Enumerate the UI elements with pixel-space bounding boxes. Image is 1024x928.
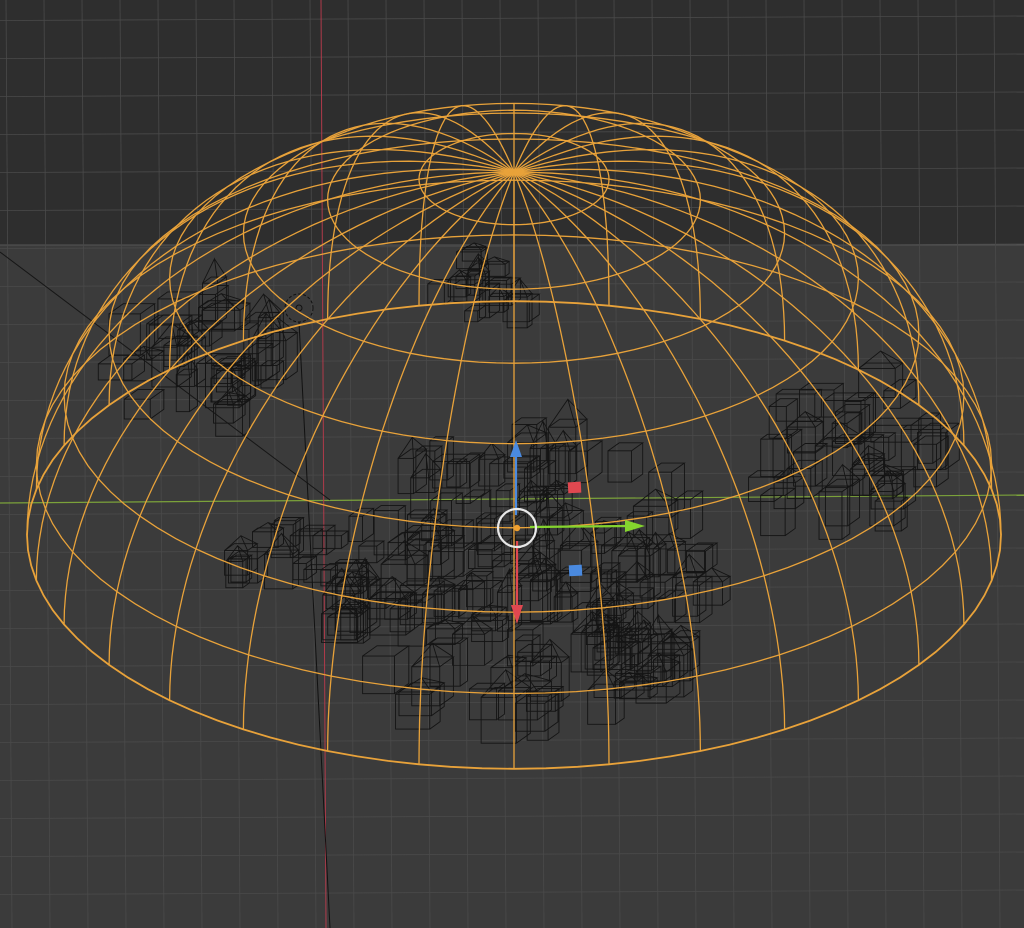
gizmo-x-axis-line <box>529 524 629 529</box>
gizmo-xy-plane-handle[interactable] <box>568 564 583 577</box>
3d-viewport[interactable] <box>0 0 1024 928</box>
gizmo-xz-plane-handle[interactable] <box>567 481 582 494</box>
object-origin-dot <box>513 524 521 532</box>
